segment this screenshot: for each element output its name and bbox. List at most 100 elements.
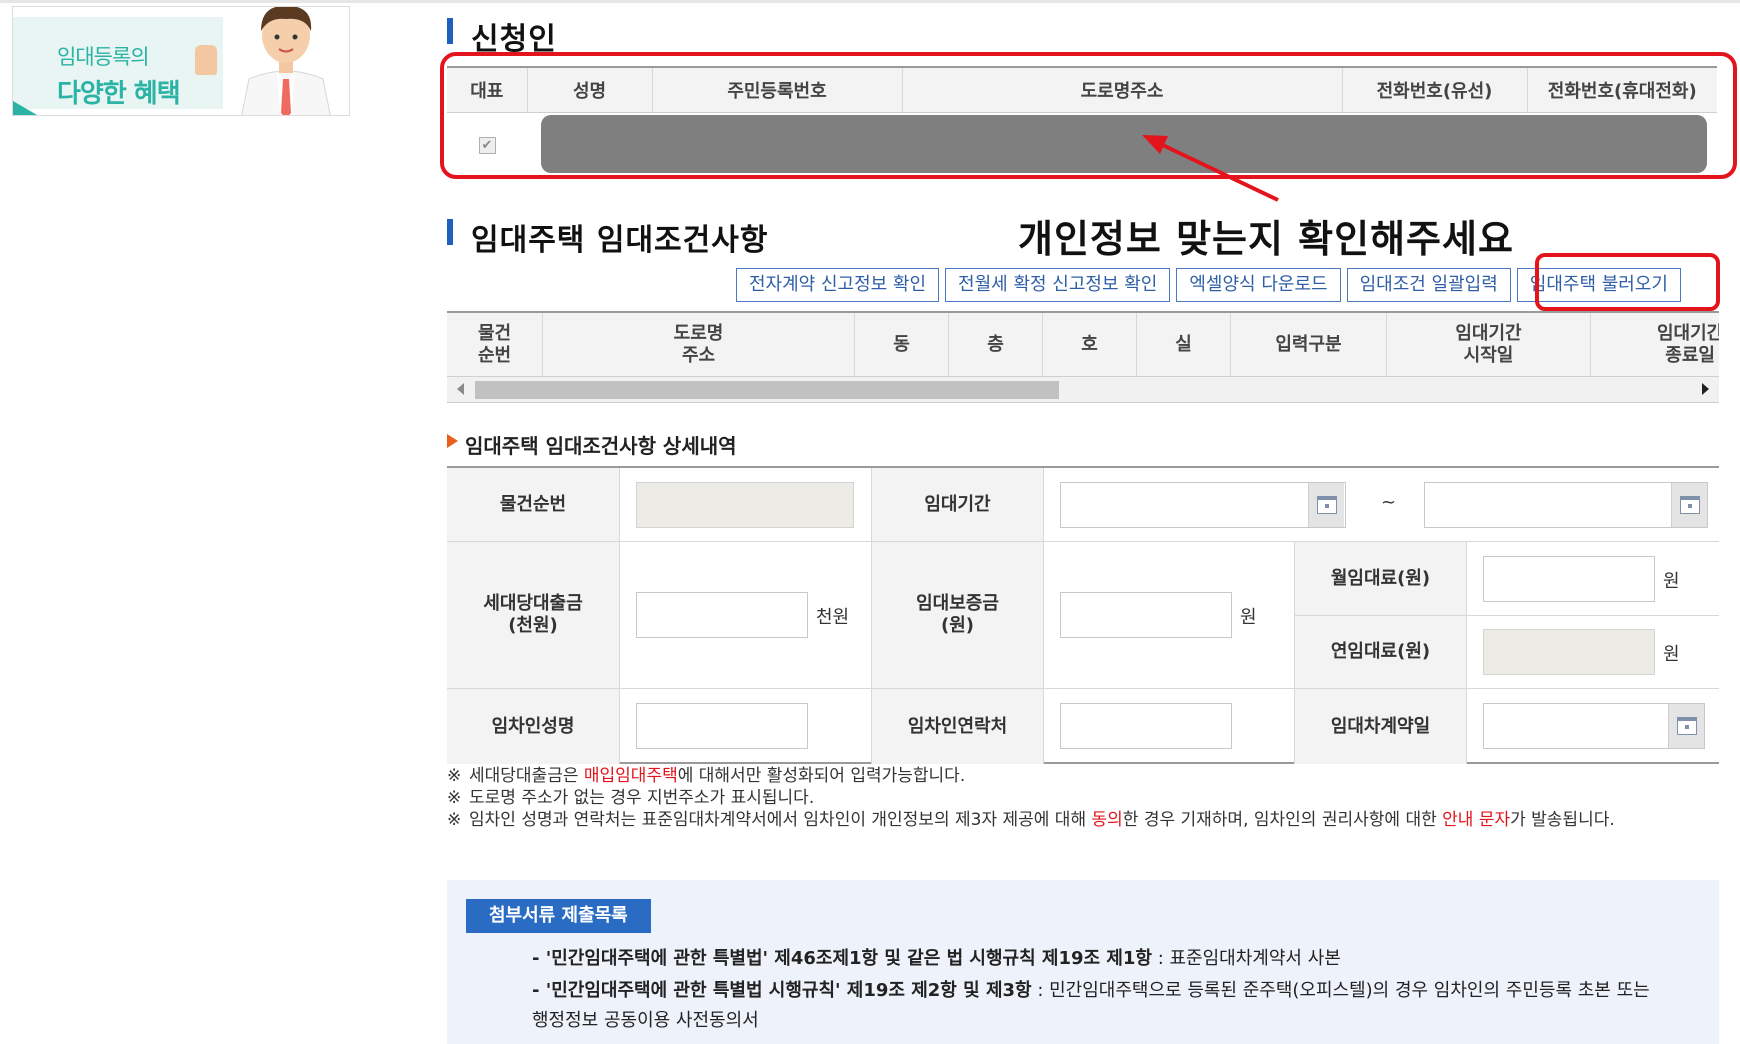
col-header-road-address: 도로명주소 bbox=[902, 66, 1343, 113]
note-highlight: 매입임대주택 bbox=[583, 766, 678, 786]
deposit-input[interactable] bbox=[1060, 592, 1232, 638]
note-text: 임차인 성명과 연락처는 표준임대차계약서에서 임차인이 개인정보의 제3자 제… bbox=[469, 809, 1615, 831]
grid-col-floor: 층 bbox=[949, 313, 1043, 376]
col-header-representative: 대표 bbox=[447, 66, 528, 113]
grid-col-input-type: 입력구분 bbox=[1231, 313, 1387, 376]
load-rental-housing-button[interactable]: 임대주택 불러오기 bbox=[1516, 268, 1681, 302]
col-header-name: 성명 bbox=[527, 66, 653, 113]
grid-col-start-date: 임대기간 시작일 bbox=[1387, 313, 1591, 376]
rental-button-row: 전자계약 신고정보 확인 전월세 확정 신고정보 확인 엑셀양식 다운로드 임대… bbox=[736, 268, 1681, 302]
unit-won: 원 bbox=[1663, 571, 1680, 592]
attachment-item: - '민간임대주택에 관한 특별법' 제46조제1항 및 같은 법 시행규칙 제… bbox=[532, 944, 1662, 974]
label-contract-date: 임대차계약일 bbox=[1295, 689, 1467, 764]
grid-col-road-address-label: 도로명 주소 bbox=[673, 322, 724, 366]
thumbs-up-icon bbox=[195, 45, 217, 75]
note-text-part: 한 경우 기재하며, 임차인의 권리사항에 대한 bbox=[1122, 810, 1443, 830]
period-start-calendar-button[interactable] bbox=[1308, 483, 1344, 527]
tenant-contact-input[interactable] bbox=[1060, 703, 1232, 749]
grid-col-building: 동 bbox=[855, 313, 949, 376]
note-text-part: 가 발송됩니다. bbox=[1510, 810, 1615, 830]
col-header-landline: 전화번호(유선) bbox=[1342, 66, 1528, 113]
attachment-item: - '민간임대주택에 관한 특별법 시행규칙' 제19조 제2항 및 제3항 :… bbox=[532, 976, 1662, 1036]
label-tenant-contact: 임차인연락처 bbox=[872, 689, 1044, 764]
label-rental-period: 임대기간 bbox=[872, 468, 1044, 542]
attachments-box: 첨부서류 제출목록 - '민간임대주택에 관한 특별법' 제46조제1항 및 같… bbox=[447, 880, 1719, 1044]
cell-deposit: 원 bbox=[1044, 542, 1295, 689]
calendar-icon bbox=[1316, 496, 1337, 514]
note-item: ※ 세대당대출금은 매입임대주택에 대해서만 활성화되어 입력가능합니다. bbox=[447, 765, 1717, 787]
note-mark: ※ bbox=[447, 788, 462, 808]
unit-won: 원 bbox=[1240, 607, 1257, 628]
top-rule bbox=[0, 0, 1740, 3]
lease-report-button[interactable]: 전월세 확정 신고정보 확인 bbox=[945, 268, 1171, 302]
note-text-part: 세대당대출금은 bbox=[469, 766, 584, 786]
cell-monthly-rent: 원 bbox=[1467, 542, 1719, 616]
label-household-loan: 세대당대출금 (천원) bbox=[447, 542, 620, 689]
annotation-text: 개인정보 맞는지 확인해주세요 bbox=[1018, 217, 1514, 261]
excel-download-button[interactable]: 엑셀양식 다운로드 bbox=[1176, 268, 1341, 302]
attachments-tag: 첨부서류 제출목록 bbox=[466, 899, 651, 933]
notes: ※ 세대당대출금은 매입임대주택에 대해서만 활성화되어 입력가능합니다. ※ … bbox=[447, 765, 1717, 831]
horizontal-scrollbar[interactable] bbox=[447, 377, 1719, 403]
cell-contract-date bbox=[1467, 689, 1719, 764]
cell-rental-period: ~ bbox=[1044, 468, 1719, 542]
scrollbar-thumb[interactable] bbox=[475, 381, 1059, 399]
label-item-no: 물건순번 bbox=[447, 468, 620, 542]
scroll-right-arrow-icon[interactable] bbox=[1702, 383, 1709, 395]
grid-col-end-date-label: 임대기간 종료일 bbox=[1657, 322, 1719, 366]
note-highlight: 안내 문자 bbox=[1442, 810, 1511, 830]
household-loan-input[interactable] bbox=[636, 592, 808, 638]
grid-col-unit-label: 호 bbox=[1081, 333, 1098, 355]
item-no-input[interactable] bbox=[636, 482, 854, 528]
note-highlight: 동의 bbox=[1091, 810, 1123, 830]
note-text: 세대당대출금은 매입임대주택에 대해서만 활성화되어 입력가능합니다. bbox=[469, 765, 965, 787]
unit-won: 원 bbox=[1663, 644, 1680, 665]
note-text-part: 임차인 성명과 연락처는 표준임대차계약서에서 임차인이 개인정보의 제3자 제… bbox=[469, 810, 1092, 830]
period-start-input[interactable] bbox=[1060, 482, 1346, 528]
banner-text-line1: 임대등록의 bbox=[57, 45, 150, 69]
e-contract-report-button[interactable]: 전자계약 신고정보 확인 bbox=[736, 268, 940, 302]
masked-personal-info bbox=[541, 114, 1707, 173]
annotation-arrow bbox=[1142, 135, 1279, 202]
label-tenant-name: 임차인성명 bbox=[447, 689, 620, 764]
col-header-resident-number: 주민등록번호 bbox=[652, 66, 903, 113]
applicant-section-title: 신청인 bbox=[447, 14, 557, 58]
note-item: ※ 임차인 성명과 연락처는 표준임대차계약서에서 임차인이 개인정보의 제3자… bbox=[447, 809, 1717, 831]
bulk-input-button[interactable]: 임대조건 일괄입력 bbox=[1346, 268, 1511, 302]
label-annual-rent: 연임대료(원) bbox=[1295, 616, 1467, 689]
monthly-rent-input[interactable] bbox=[1483, 556, 1655, 602]
period-end-calendar-button[interactable] bbox=[1671, 483, 1707, 527]
representative-checkbox[interactable]: ✔ bbox=[478, 136, 496, 154]
note-item: ※ 도로명 주소가 없는 경우 지번주소가 표시됩니다. bbox=[447, 787, 1717, 809]
rental-benefits-banner[interactable]: 임대등록의 다양한 혜택 bbox=[12, 6, 350, 116]
tenant-name-input[interactable] bbox=[636, 703, 808, 749]
businessman-illustration bbox=[241, 7, 331, 115]
detail-form: 물건순번 임대기간 ~ 세대당대출금 (천원) 천원 임대보증금 (원) 원 월… bbox=[447, 466, 1719, 764]
calendar-icon bbox=[1676, 717, 1697, 735]
contract-date-calendar-button[interactable] bbox=[1668, 704, 1704, 748]
note-text-part: 에 대해서만 활성화되어 입력가능합니다. bbox=[677, 766, 966, 786]
grid-col-start-date-label: 임대기간 시작일 bbox=[1455, 322, 1522, 366]
grid-col-road-address: 도로명 주소 bbox=[543, 313, 855, 376]
label-monthly-rent: 월임대료(원) bbox=[1295, 542, 1467, 616]
scroll-left-arrow-icon[interactable] bbox=[457, 383, 464, 395]
annual-rent-input[interactable] bbox=[1483, 629, 1655, 675]
grid-col-end-date: 임대기간 종료일 bbox=[1591, 313, 1719, 376]
note-mark: ※ bbox=[447, 766, 462, 786]
note-text: 도로명 주소가 없는 경우 지번주소가 표시됩니다. bbox=[469, 788, 815, 808]
period-end-input[interactable] bbox=[1424, 482, 1708, 528]
cell-tenant-contact bbox=[1044, 689, 1295, 764]
applicant-header-row: 대표 성명 주민등록번호 도로명주소 전화번호(유선) 전화번호(휴대전화) bbox=[447, 66, 1717, 113]
banner-corner-decoration bbox=[13, 101, 37, 115]
masked-personal-info-cell bbox=[527, 112, 1717, 176]
attachment-law: - '민간임대주택에 관한 특별법' 제46조제1항 및 같은 법 시행규칙 제… bbox=[532, 948, 1152, 969]
cell-tenant-name bbox=[620, 689, 872, 764]
cell-annual-rent: 원 bbox=[1467, 616, 1719, 689]
grid-col-item-no: 물건 순번 bbox=[447, 313, 543, 376]
banner-text-line2: 다양한 혜택 bbox=[57, 79, 181, 109]
unit-thousand-won: 천원 bbox=[816, 607, 850, 628]
note-mark: ※ bbox=[447, 810, 462, 830]
grid-col-unit: 호 bbox=[1043, 313, 1137, 376]
detail-section-title: 임대주택 임대조건사항 상세내역 bbox=[447, 430, 737, 459]
col-header-mobile: 전화번호(휴대전화) bbox=[1527, 66, 1717, 113]
